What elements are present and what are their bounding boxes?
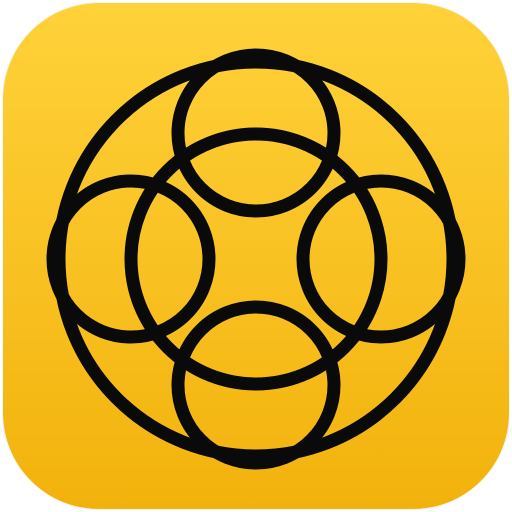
icon-canvas — [0, 0, 512, 512]
app-icon[interactable] — [3, 3, 509, 509]
interlocking-circles-emblem-icon — [3, 3, 509, 509]
icon-background — [3, 3, 509, 509]
